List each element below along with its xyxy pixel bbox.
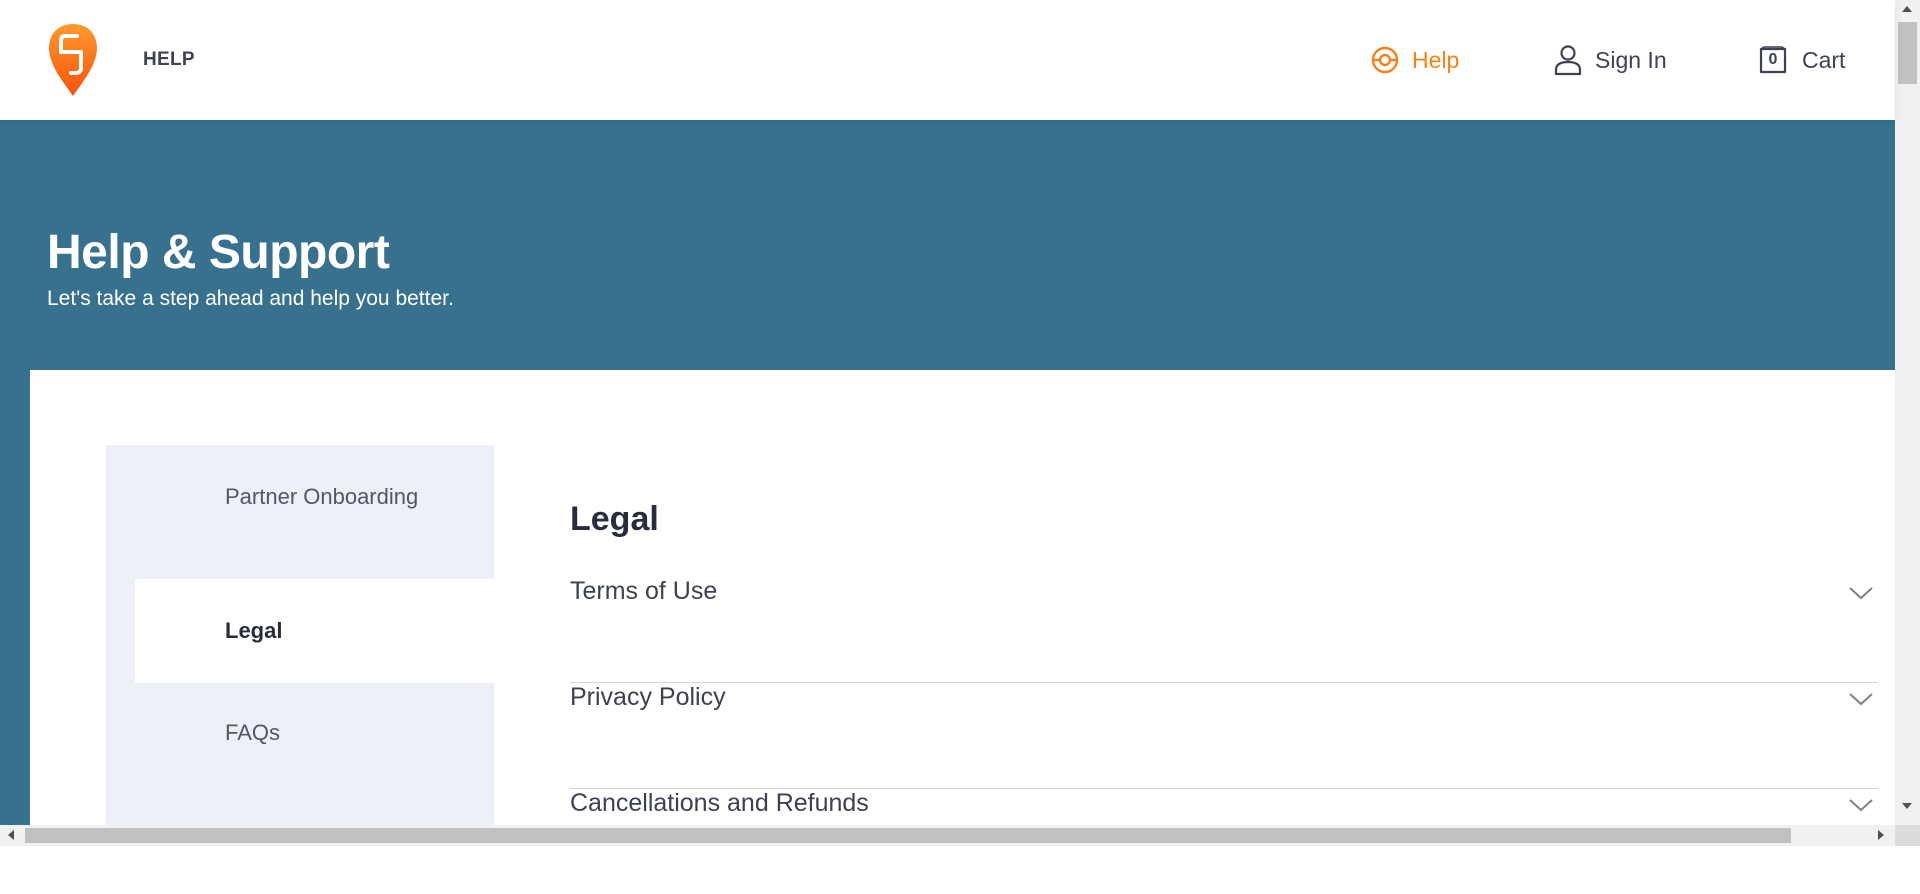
scroll-down-arrow-icon[interactable] — [1902, 803, 1912, 809]
scroll-right-arrow-icon[interactable] — [1878, 830, 1884, 840]
accordion-label: Terms of Use — [570, 577, 718, 605]
sidebar-item-faqs[interactable]: FAQs — [106, 681, 494, 785]
nav-signin-link[interactable]: Sign In — [1553, 44, 1667, 76]
accordion-label: Cancellations and Refunds — [570, 789, 869, 817]
vertical-scrollbar[interactable] — [1895, 0, 1920, 825]
bag-icon: 0 — [1758, 46, 1788, 74]
accordion-terms-of-use[interactable]: Terms of Use — [570, 577, 1878, 683]
page-subtitle: Let's take a step ahead and help you bet… — [47, 287, 454, 310]
chevron-down-icon — [1849, 587, 1873, 600]
sidebar-item-label: FAQs — [225, 720, 281, 745]
scroll-up-arrow-icon[interactable] — [1902, 6, 1912, 12]
nav-signin-label: Sign In — [1595, 46, 1667, 73]
vertical-scroll-thumb[interactable] — [1898, 22, 1917, 84]
sidebar-item-legal[interactable]: Legal — [135, 579, 494, 683]
nav-cart-link[interactable]: 0 Cart — [1758, 44, 1845, 76]
horizontal-scroll-thumb[interactable] — [25, 828, 1791, 843]
brand-title: HELP — [143, 49, 195, 70]
sidebar-item-partner-onboarding[interactable]: Partner Onboarding — [106, 445, 494, 549]
swiggy-logo-icon[interactable] — [47, 22, 99, 98]
sidebar-item-label: Partner Onboarding — [225, 484, 419, 509]
top-header: HELP Help Sign In 0 Cart — [0, 0, 1895, 120]
lifebuoy-icon — [1371, 46, 1399, 74]
help-sidebar: Partner Onboarding Legal FAQs — [106, 445, 494, 846]
section-title: Legal — [570, 500, 659, 538]
accordion-privacy-policy[interactable]: Privacy Policy — [570, 683, 1878, 789]
horizontal-scrollbar[interactable] — [0, 825, 1895, 846]
chevron-down-icon — [1849, 693, 1873, 706]
sidebar-item-label: Legal — [225, 618, 283, 643]
cart-count: 0 — [1768, 51, 1778, 68]
chevron-down-icon — [1849, 799, 1873, 812]
nav-help-link[interactable]: Help — [1370, 44, 1459, 76]
page-title: Help & Support — [47, 226, 390, 279]
user-icon — [1554, 45, 1582, 76]
nav-cart-label: Cart — [1802, 46, 1846, 73]
accordion-label: Privacy Policy — [570, 683, 726, 711]
nav-help-label: Help — [1412, 46, 1460, 73]
scroll-left-arrow-icon[interactable] — [8, 830, 14, 840]
scrollbar-corner — [1895, 825, 1920, 846]
